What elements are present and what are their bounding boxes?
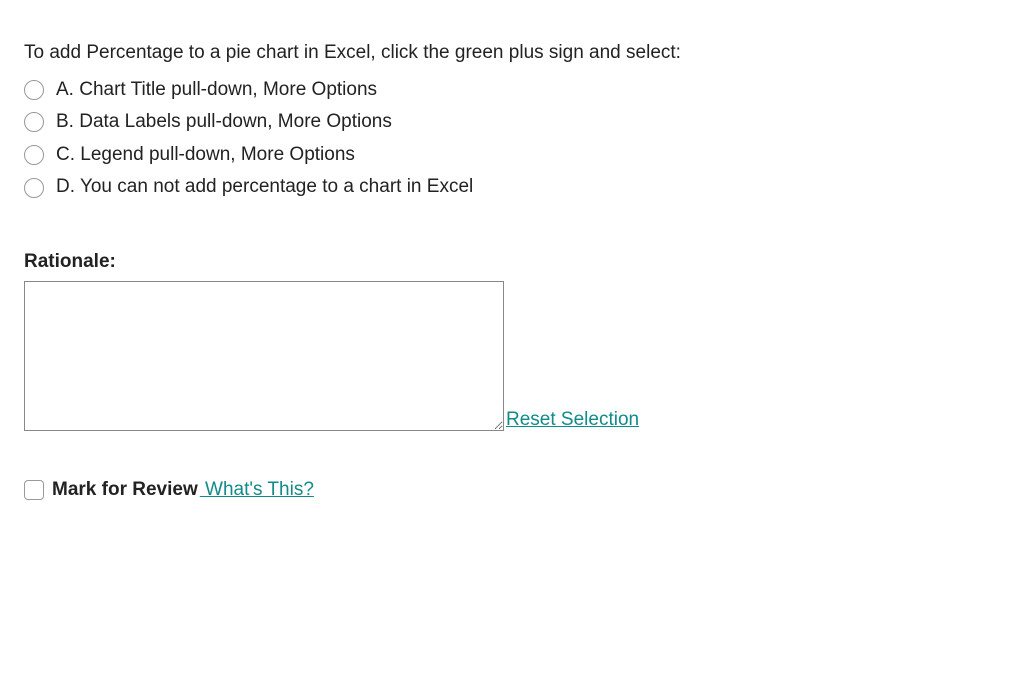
radio-icon[interactable] xyxy=(24,145,44,165)
option-text: You can not add percentage to a chart in… xyxy=(80,176,473,197)
option-label: C. Legend pull-down, More Options xyxy=(56,142,355,169)
radio-icon[interactable] xyxy=(24,178,44,198)
option-a[interactable]: A. Chart Title pull-down, More Options xyxy=(24,77,1000,104)
radio-icon[interactable] xyxy=(24,112,44,132)
option-letter: D. xyxy=(56,176,75,197)
option-text: Legend pull-down, More Options xyxy=(80,144,355,165)
question-text: To add Percentage to a pie chart in Exce… xyxy=(24,40,1000,67)
rationale-input[interactable] xyxy=(24,281,504,431)
reset-selection-link[interactable]: Reset Selection xyxy=(506,409,639,431)
option-text: Data Labels pull-down, More Options xyxy=(79,111,392,132)
option-letter: B. xyxy=(56,111,74,132)
rationale-label: Rationale: xyxy=(24,251,1000,273)
mark-review-checkbox[interactable] xyxy=(24,480,44,500)
option-d[interactable]: D. You can not add percentage to a chart… xyxy=(24,174,1000,201)
option-c[interactable]: C. Legend pull-down, More Options xyxy=(24,142,1000,169)
option-b[interactable]: B. Data Labels pull-down, More Options xyxy=(24,109,1000,136)
whats-this-link[interactable]: What's This? xyxy=(200,479,314,500)
option-text: Chart Title pull-down, More Options xyxy=(79,79,377,100)
rationale-row: Reset Selection xyxy=(24,281,1000,431)
radio-icon[interactable] xyxy=(24,80,44,100)
option-letter: A. xyxy=(56,79,74,100)
mark-for-review-row: Mark for Review What's This? xyxy=(24,479,1000,501)
option-letter: C. xyxy=(56,144,75,165)
option-label: D. You can not add percentage to a chart… xyxy=(56,174,473,201)
mark-review-label: Mark for Review xyxy=(52,479,198,500)
option-label: A. Chart Title pull-down, More Options xyxy=(56,77,377,104)
options-group: A. Chart Title pull-down, More Options B… xyxy=(24,77,1000,201)
option-label: B. Data Labels pull-down, More Options xyxy=(56,109,392,136)
